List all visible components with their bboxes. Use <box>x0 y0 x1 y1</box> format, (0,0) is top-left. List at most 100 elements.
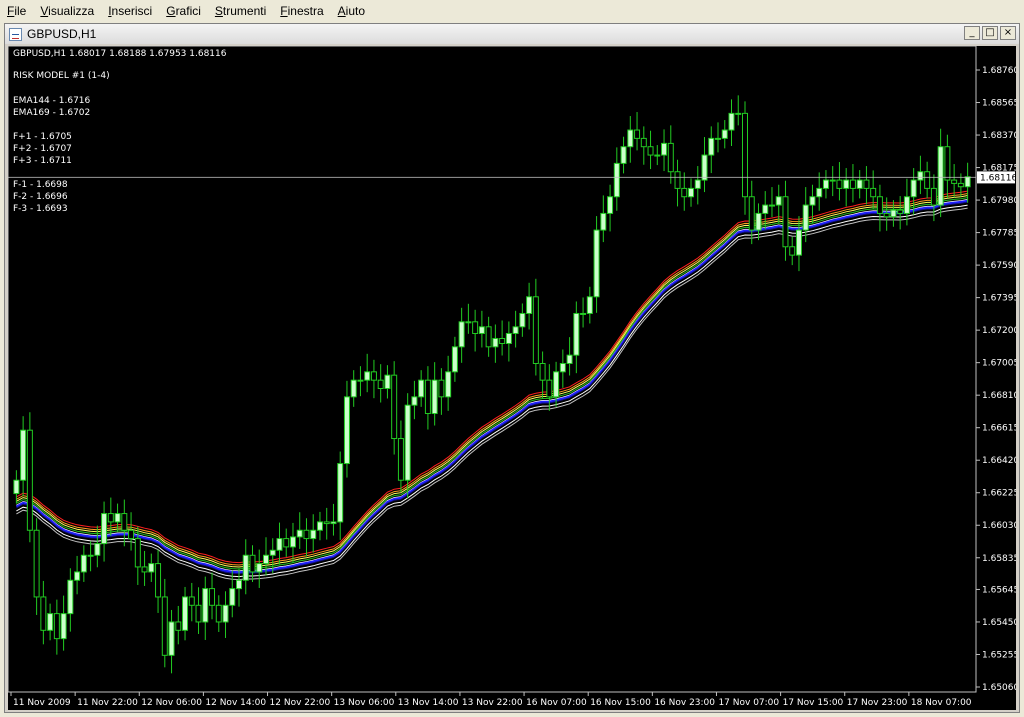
chart-area[interactable]: 1.68760 1.68565 1.68370 1.68175 1.67980 1.677… <box>7 45 1019 710</box>
bear-candle-body <box>951 179 958 184</box>
f-plus-1-text: F+1 - 1.6705 <box>13 132 72 142</box>
price-tick-label: 1.68565 <box>982 99 1016 109</box>
bull-candle-body <box>350 379 357 398</box>
bear-candle-body <box>370 371 377 381</box>
bull-candle-body <box>559 362 566 373</box>
bull-candle-body <box>721 129 728 139</box>
chart-window-icon <box>9 27 22 41</box>
bear-candle-body <box>539 362 546 381</box>
bull-candle-body <box>357 379 364 382</box>
bull-candle-body <box>229 588 236 606</box>
bull-candle-body <box>289 536 296 548</box>
f-plus-2-text: F+2 - 1.6707 <box>13 144 72 154</box>
price-tick-label: 1.67005 <box>982 359 1016 369</box>
bull-candle-body <box>573 312 580 356</box>
price-tick-label: 1.67200 <box>982 326 1016 336</box>
close-button[interactable]: × <box>1000 26 1016 40</box>
bear-candle-body <box>924 171 931 189</box>
bull-candle-body <box>60 613 67 640</box>
bear-candle-body <box>944 146 951 181</box>
price-tick-label: 1.67590 <box>982 261 1016 271</box>
time-tick-label: 11 Nov 22:00 <box>77 698 138 708</box>
bear-candle-body <box>499 337 506 344</box>
bear-candle-body <box>870 187 877 198</box>
chart-window: GBPUSD,H1 _ □ × 1.68760 1.68565 1.68370 1.6… <box>4 23 1020 713</box>
bull-candle-body <box>802 204 809 231</box>
price-chart[interactable]: 1.687601.685651.683701.681751.679801.677… <box>7 45 1019 710</box>
menu-finestra[interactable]: Finestra <box>273 4 330 18</box>
bull-candle-body <box>580 312 587 315</box>
price-tick-label: 1.66030 <box>982 521 1016 531</box>
price-tick-label: 1.66810 <box>982 391 1016 401</box>
ema169-text: EMA169 - 1.6702 <box>13 108 90 118</box>
price-tick-label: 1.65060 <box>982 683 1016 693</box>
bull-candle-body <box>701 154 708 181</box>
menu-strumenti[interactable]: Strumenti <box>208 4 273 18</box>
menu-visualizza[interactable]: Visualizza <box>33 4 101 18</box>
risk-model-text: RISK MODEL #1 (1-4) <box>13 71 110 81</box>
bear-candle-body <box>849 179 856 189</box>
price-tick-label: 1.65645 <box>982 585 1016 595</box>
bull-candle-body <box>505 332 512 344</box>
bear-candle-body <box>323 521 330 525</box>
time-tick-label: 13 Nov 22:00 <box>462 698 523 708</box>
bull-candle-body <box>418 379 425 398</box>
price-tick-label: 1.67785 <box>982 229 1016 239</box>
bull-candle-body <box>708 137 715 156</box>
bear-candle-body <box>53 613 60 640</box>
bull-candle-body <box>762 204 769 214</box>
bull-candle-body <box>384 374 391 390</box>
time-tick-label: 13 Nov 06:00 <box>334 698 395 708</box>
bear-candle-body <box>215 604 222 623</box>
bear-candle-body <box>674 171 681 189</box>
bull-candle-body <box>404 404 411 481</box>
minimize-button[interactable]: _ <box>964 26 980 40</box>
bull-candle-body <box>80 554 87 573</box>
time-tick-label: 17 Nov 15:00 <box>783 698 844 708</box>
menu-file[interactable]: File <box>0 4 33 18</box>
bear-candle-body <box>209 588 216 606</box>
bear-candle-body <box>175 621 182 631</box>
price-tick-label: 1.65450 <box>982 618 1016 628</box>
bull-candle-body <box>728 112 735 131</box>
f-plus-3-text: F+3 - 1.6711 <box>13 156 72 166</box>
bull-candle-body <box>910 179 917 198</box>
bear-candle-body <box>532 296 539 364</box>
current-price-label: 1.68116 <box>980 173 1016 183</box>
bull-candle-body <box>465 321 472 324</box>
bull-candle-body <box>262 554 269 565</box>
time-tick-label: 16 Nov 15:00 <box>590 698 651 708</box>
bull-candle-body <box>330 521 337 525</box>
bear-candle-body <box>141 566 148 573</box>
bear-candle-body <box>155 563 162 598</box>
time-tick-label: 11 Nov 2009 <box>13 698 71 708</box>
bear-candle-body <box>26 429 33 531</box>
bear-candle-body <box>397 438 404 481</box>
f-minus-3-text: F-3 - 1.6693 <box>13 204 68 214</box>
bull-candle-body <box>101 513 108 545</box>
bull-candle-body <box>620 146 627 164</box>
bull-candle-body <box>890 209 897 218</box>
time-tick-label: 17 Nov 23:00 <box>847 698 908 708</box>
bear-candle-body <box>161 596 168 656</box>
bear-candle-body <box>930 187 937 206</box>
bear-candle-body <box>134 538 141 568</box>
f-minus-1-text: F-1 - 1.6698 <box>13 180 68 190</box>
chart-header-text: GBPUSD,H1 1.68017 1.68188 1.67953 1.6811… <box>13 49 227 59</box>
bear-candle-body <box>897 209 904 214</box>
price-tick-label: 1.68760 <box>982 66 1016 76</box>
menu-inserisci[interactable]: Inserisci <box>101 4 159 18</box>
bull-candle-body <box>519 312 526 328</box>
bull-candle-body <box>20 429 27 481</box>
bear-candle-body <box>303 529 310 540</box>
menu-aiuto[interactable]: Aiuto <box>331 4 372 18</box>
bull-candle-body <box>856 179 863 189</box>
chart-titlebar[interactable]: GBPUSD,H1 _ □ × <box>5 24 1019 44</box>
bull-candle-body <box>937 146 944 206</box>
bear-candle-body <box>121 513 128 531</box>
maximize-button[interactable]: □ <box>982 26 998 40</box>
bull-candle-body <box>67 579 74 615</box>
bull-candle-body <box>411 396 418 406</box>
bear-candle-body <box>377 379 384 390</box>
menu-grafici[interactable]: Grafici <box>159 4 208 18</box>
